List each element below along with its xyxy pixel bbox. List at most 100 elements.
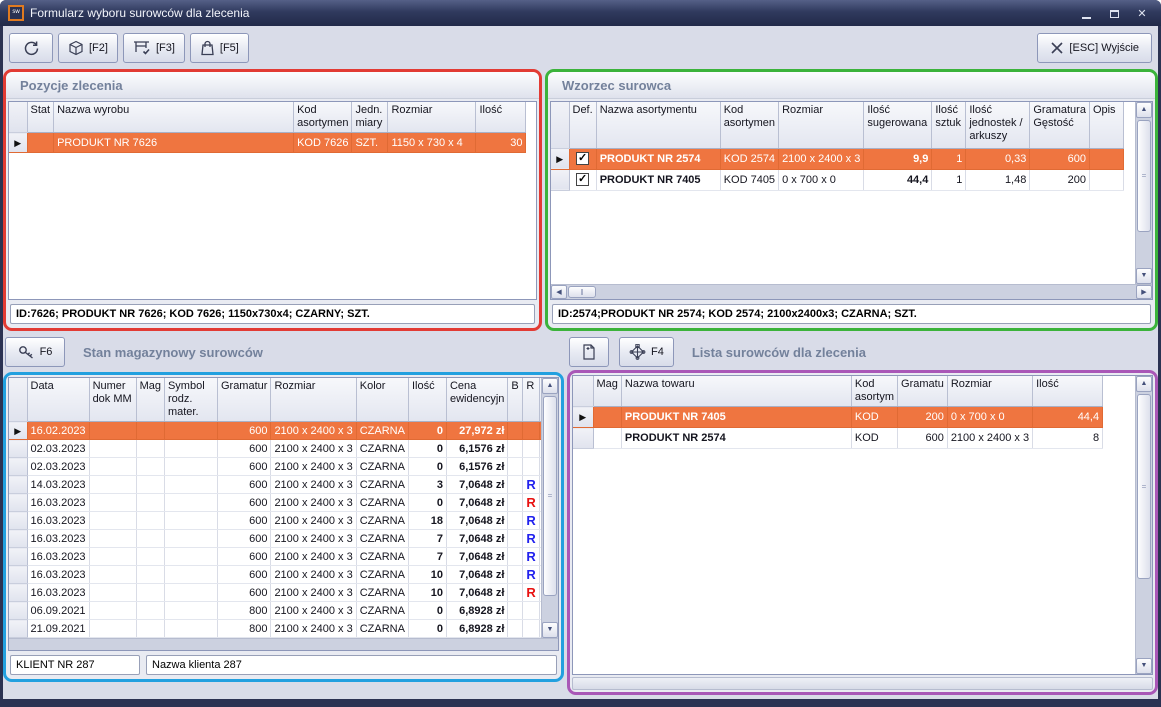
cell-numer[interactable] [89, 494, 136, 512]
wzorzec-horizontal-scrollbar[interactable]: ◀ ‖ ▶ [551, 284, 1152, 299]
cell-mag[interactable] [136, 440, 164, 458]
cell-symbol[interactable] [164, 512, 217, 530]
cell-nazwa[interactable]: PRODUKT NR 2574 [621, 428, 851, 449]
cell-numer[interactable] [89, 476, 136, 494]
cell-mag[interactable] [136, 458, 164, 476]
scrollbar-thumb[interactable]: = [543, 396, 557, 596]
lista-horizontal-scrollbar[interactable] [572, 677, 1153, 690]
cell-ilosc[interactable]: 10 [408, 584, 446, 602]
cell-numer[interactable] [89, 620, 136, 638]
cell-r[interactable]: R [523, 476, 539, 494]
cell-ilosc[interactable]: 44,4 [1033, 407, 1103, 428]
column-header-data[interactable]: Data [27, 378, 89, 422]
cell-rozmiar[interactable]: 2100 x 2400 x 3 [271, 566, 356, 584]
column-header-ilosc[interactable]: Ilość [1033, 376, 1103, 407]
cell-numer[interactable] [89, 458, 136, 476]
new-document-button[interactable] [569, 337, 609, 367]
cell-data[interactable]: 02.03.2023 [27, 440, 89, 458]
cell-nazwa[interactable]: PRODUKT NR 2574 [596, 148, 720, 169]
cell-numer[interactable] [89, 548, 136, 566]
cell-mag[interactable] [136, 530, 164, 548]
cell-gram[interactable]: 600 [217, 512, 270, 530]
cell-symbol[interactable] [164, 422, 217, 440]
cell-cena[interactable]: 7,0648 zł [446, 530, 507, 548]
cell-b[interactable] [508, 494, 523, 512]
cell-kod[interactable]: KOD 7405 [720, 169, 778, 190]
cell-stat[interactable] [27, 133, 54, 153]
cell-kolor[interactable]: CZARNA [356, 530, 408, 548]
cell-mag[interactable] [136, 476, 164, 494]
cell-gram[interactable]: 200 [1030, 169, 1090, 190]
cell-ilosc[interactable]: 18 [408, 512, 446, 530]
cell-r[interactable] [523, 602, 539, 620]
table-row[interactable]: ▶16.02.20236002100 x 2400 x 3CZARNA027,9… [9, 422, 555, 440]
cell-b[interactable] [508, 584, 523, 602]
cell-r[interactable]: R [523, 566, 539, 584]
table-row[interactable]: 02.03.20236002100 x 2400 x 3CZARNA06,157… [9, 440, 555, 458]
table-row[interactable]: 16.03.20236002100 x 2400 x 3CZARNA107,06… [9, 566, 555, 584]
cell-r[interactable]: R [523, 530, 539, 548]
cell-symbol[interactable] [164, 458, 217, 476]
cell-kolor[interactable]: CZARNA [356, 584, 408, 602]
cell-symbol[interactable] [164, 494, 217, 512]
column-header-kolor[interactable]: Kolor [356, 378, 408, 422]
cell-gram[interactable]: 600 [217, 548, 270, 566]
scrollbar-thumb[interactable]: ‖ [568, 286, 596, 298]
cell-data[interactable]: 02.03.2023 [27, 458, 89, 476]
column-header-sug[interactable]: Ilość sugerowana [864, 102, 932, 148]
scroll-left-icon[interactable]: ◀ [551, 285, 567, 299]
cell-rozmiar[interactable]: 2100 x 2400 x 3 [947, 428, 1032, 449]
table-row[interactable]: 02.03.20236002100 x 2400 x 3CZARNA06,157… [9, 458, 555, 476]
column-header-mag[interactable]: Mag [593, 376, 621, 407]
cell-r[interactable]: R [523, 494, 539, 512]
cell-rozmiar[interactable]: 2100 x 2400 x 3 [271, 494, 356, 512]
cell-r[interactable]: R [523, 512, 539, 530]
cell-cena[interactable]: 6,1576 zł [446, 458, 507, 476]
cell-numer[interactable] [89, 530, 136, 548]
table-row[interactable]: ▶PRODUKT NR 7626KOD 7626SZT.1150 x 730 x… [9, 133, 526, 153]
cell-gram[interactable]: 600 [217, 458, 270, 476]
cell-data[interactable]: 16.03.2023 [27, 494, 89, 512]
cell-b[interactable] [508, 440, 523, 458]
cell-ilosc[interactable]: 7 [408, 548, 446, 566]
cell-cena[interactable]: 6,1576 zł [446, 440, 507, 458]
cell-rozmiar[interactable]: 2100 x 2400 x 3 [271, 440, 356, 458]
cell-data[interactable]: 14.03.2023 [27, 476, 89, 494]
cell-rozmiar[interactable]: 2100 x 2400 x 3 [271, 584, 356, 602]
cell-rozmiar[interactable]: 2100 x 2400 x 3 [779, 148, 864, 169]
cell-mag[interactable] [136, 512, 164, 530]
cell-b[interactable] [508, 620, 523, 638]
cell-mag[interactable] [136, 494, 164, 512]
cell-rozmiar[interactable]: 2100 x 2400 x 3 [271, 530, 356, 548]
cell-mag[interactable] [593, 428, 621, 449]
cell-kolor[interactable]: CZARNA [356, 422, 408, 440]
cell-cena[interactable]: 7,0648 zł [446, 566, 507, 584]
cell-kolor[interactable]: CZARNA [356, 458, 408, 476]
column-header-symbol[interactable]: Symbol rodz. mater. [164, 378, 217, 422]
scroll-up-icon[interactable]: ▲ [1136, 102, 1152, 118]
cell-b[interactable] [508, 422, 523, 440]
column-header-nazwa[interactable]: Nazwa wyrobu [54, 102, 294, 133]
cell-kolor[interactable]: CZARNA [356, 602, 408, 620]
cell-ilosc[interactable]: 10 [408, 566, 446, 584]
magazyn-horizontal-scrollbar[interactable] [9, 638, 558, 650]
refresh-button[interactable] [9, 33, 53, 63]
cell-ilosc[interactable]: 7 [408, 530, 446, 548]
cell-cena[interactable]: 7,0648 zł [446, 494, 507, 512]
wzorzec-vertical-scrollbar[interactable]: ▲ = ▼ [1135, 102, 1152, 284]
cell-data[interactable]: 06.09.2021 [27, 602, 89, 620]
cell-ilosc[interactable]: 0 [408, 458, 446, 476]
cell-data[interactable]: 16.03.2023 [27, 548, 89, 566]
column-header-def[interactable]: Def. [569, 102, 596, 148]
cell-r[interactable] [523, 458, 539, 476]
cell-nazwa[interactable]: PRODUKT NR 7405 [621, 407, 851, 428]
cell-data[interactable]: 16.03.2023 [27, 512, 89, 530]
cell-kod[interactable]: KOD 2574 [720, 148, 778, 169]
cell-kolor[interactable]: CZARNA [356, 512, 408, 530]
cell-mag[interactable] [136, 422, 164, 440]
column-header-rozmiar[interactable]: Rozmiar [271, 378, 356, 422]
cell-rozmiar[interactable]: 2100 x 2400 x 3 [271, 422, 356, 440]
cell-b[interactable] [508, 458, 523, 476]
cell-gram[interactable]: 800 [217, 602, 270, 620]
column-header-nazwa[interactable]: Nazwa towaru [621, 376, 851, 407]
